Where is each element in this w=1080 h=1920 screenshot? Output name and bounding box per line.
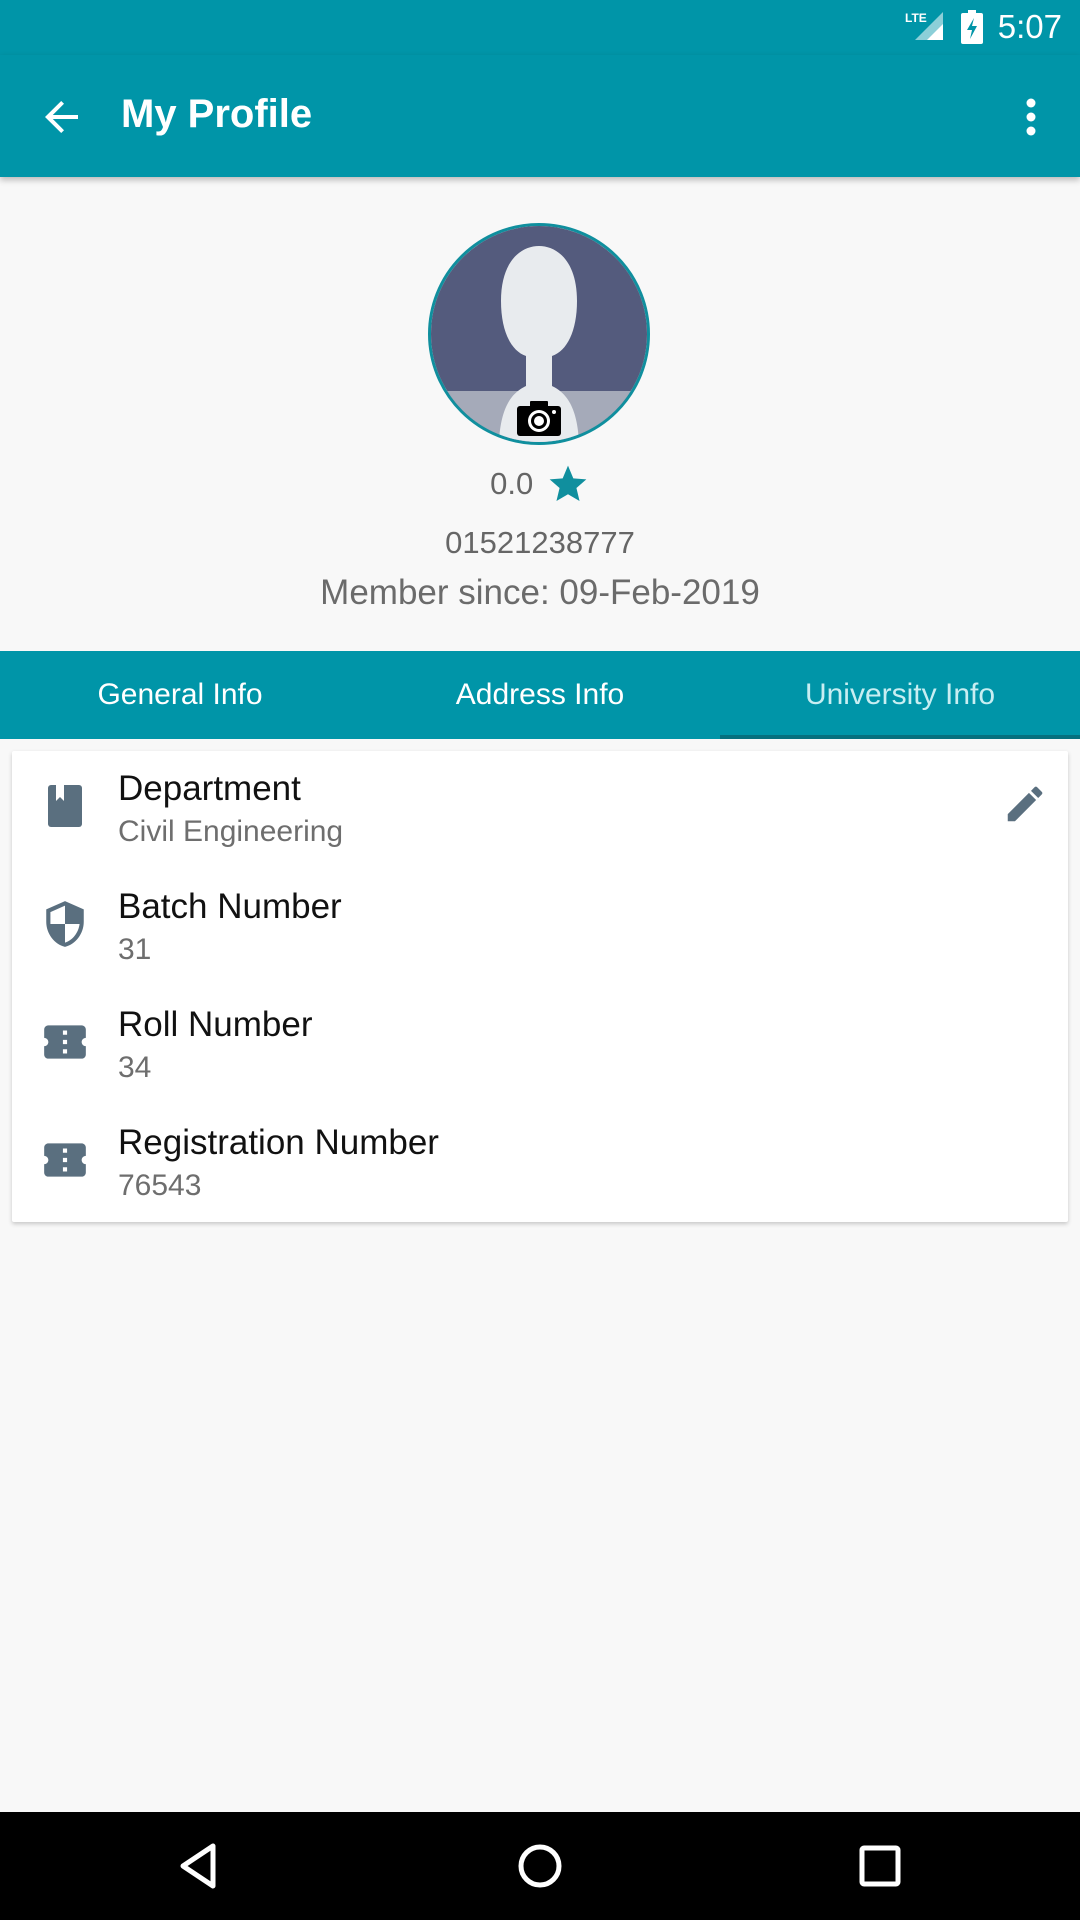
field-row-department: Department Civil Engineering bbox=[12, 751, 1068, 869]
field-label: Department bbox=[118, 769, 301, 808]
tab-bar: General Info Address Info University Inf… bbox=[0, 651, 1080, 739]
tab-label: University Info bbox=[804, 678, 996, 711]
field-row-registration-number: Registration Number 76543 bbox=[12, 1105, 1068, 1223]
back-nav-icon[interactable] bbox=[173, 1838, 229, 1894]
status-bar: LTE 5:07 bbox=[0, 0, 1080, 55]
field-label: Roll Number bbox=[118, 1005, 313, 1044]
star-icon bbox=[549, 465, 587, 502]
svg-text:LTE: LTE bbox=[905, 11, 927, 25]
app-bar: My Profile bbox=[0, 55, 1080, 177]
page-title: My Profile bbox=[121, 92, 313, 136]
field-row-batch-number: Batch Number 31 bbox=[12, 869, 1068, 987]
system-navigation-bar bbox=[0, 1812, 1080, 1920]
university-info-card: Department Civil Engineering Batch Numbe… bbox=[12, 751, 1068, 1222]
tab-label: General Info bbox=[97, 678, 263, 711]
ticket-icon bbox=[44, 1025, 86, 1059]
shield-icon bbox=[46, 901, 84, 947]
field-label: Registration Number bbox=[118, 1123, 439, 1162]
phone-number: 01521238777 bbox=[445, 525, 635, 560]
rating: 0.0 bbox=[0, 462, 1080, 506]
lte-signal-icon: LTE bbox=[905, 11, 943, 40]
battery-charging-icon bbox=[961, 10, 983, 44]
field-value: 76543 bbox=[118, 1169, 202, 1202]
tab-address-info[interactable]: Address Info bbox=[360, 651, 720, 739]
recents-nav-icon[interactable] bbox=[852, 1838, 908, 1894]
field-value: 34 bbox=[118, 1051, 152, 1084]
more-options-icon[interactable] bbox=[1016, 93, 1046, 141]
field-label: Batch Number bbox=[118, 887, 342, 926]
member-since: Member since: 09-Feb-2019 bbox=[320, 573, 760, 612]
tab-label: Address Info bbox=[455, 678, 625, 711]
edit-pencil-icon[interactable] bbox=[1002, 781, 1048, 827]
ticket-icon bbox=[44, 1143, 86, 1177]
home-nav-icon[interactable] bbox=[512, 1838, 568, 1894]
camera-icon[interactable] bbox=[515, 398, 563, 438]
back-arrow-icon[interactable] bbox=[38, 93, 86, 141]
field-value: 31 bbox=[118, 933, 152, 966]
book-icon bbox=[48, 785, 82, 827]
tab-general-info[interactable]: General Info bbox=[0, 651, 360, 739]
status-time: 5:07 bbox=[997, 8, 1062, 45]
rating-value: 0.0 bbox=[490, 466, 534, 501]
field-row-roll-number: Roll Number 34 bbox=[12, 987, 1068, 1105]
tab-university-info[interactable]: University Info bbox=[720, 651, 1080, 739]
field-value: Civil Engineering bbox=[118, 815, 344, 848]
